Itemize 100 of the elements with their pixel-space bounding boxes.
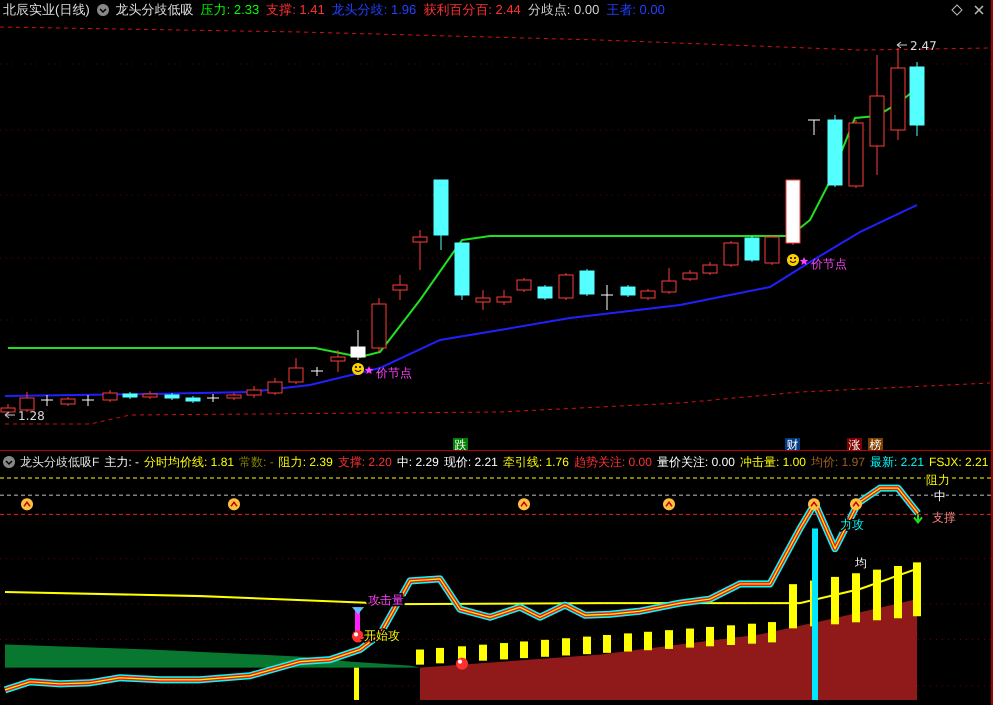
volume-bar: [583, 636, 591, 654]
candlestick: [662, 268, 676, 294]
candlestick: [82, 394, 94, 406]
volume-bar: [768, 622, 776, 642]
candlestick: [538, 284, 552, 300]
legend-value: 阻力: 2.39: [278, 454, 333, 470]
volume-bar: [520, 641, 528, 658]
settings-icon[interactable]: [96, 4, 109, 16]
volume-bar: [416, 650, 424, 665]
smiley-icon: [352, 363, 364, 375]
volume-bar: [894, 566, 902, 618]
arrow-icon: [896, 42, 908, 48]
candlestick: [808, 120, 820, 136]
indicator-name: 龙头分歧低吸: [116, 1, 194, 19]
candlestick: [142, 390, 158, 400]
settings-icon[interactable]: [3, 456, 15, 468]
volume-bar: [665, 630, 673, 649]
candlestick: [600, 284, 614, 310]
candlestick: [786, 180, 800, 246]
legend-value: 龙头分歧: 1.96: [332, 1, 416, 19]
volume-bar: [913, 562, 921, 616]
legend-value: 趋势关注: 0.00: [574, 454, 652, 470]
legend-value: 现价: 2.21: [444, 454, 498, 470]
candlestick: [744, 236, 760, 262]
candlestick: [580, 268, 594, 296]
volume-bar: [873, 570, 881, 620]
candlestick: [434, 180, 448, 250]
legend-value: 分时均价线: 1.81: [144, 454, 234, 470]
chart-label: 均: [855, 556, 867, 570]
candlestick: [496, 290, 512, 306]
candlestick: [454, 242, 470, 300]
candlestick: [20, 392, 34, 412]
candlestick: [848, 120, 864, 188]
legend-value: 牵引线: 1.76: [502, 454, 569, 470]
legend-value: 主力: -: [104, 454, 140, 470]
legend-value: 均价: 1.97: [810, 454, 865, 470]
volume-bar: [644, 632, 652, 650]
volume-bar: [624, 633, 632, 652]
candlestick: [702, 262, 718, 276]
volume-bar: [479, 644, 487, 661]
candlestick: [40, 394, 54, 406]
candlestick: [206, 394, 220, 402]
indicator-name: 龙头分歧低吸F: [20, 454, 100, 470]
chart-label: 中: [934, 489, 946, 504]
candlestick: [412, 230, 428, 270]
candlestick: [310, 366, 324, 376]
candlestick: [558, 272, 574, 300]
legend-value: 王者: 0.00: [606, 1, 665, 19]
ball-icon: [456, 658, 468, 670]
star-icon: [800, 257, 808, 265]
volume-bar: [706, 626, 714, 646]
star-icon: [364, 366, 374, 374]
legend-value: 支撑: 2.20: [338, 454, 392, 470]
volume-bar: [852, 573, 860, 622]
volume-bar: [354, 668, 359, 700]
arrow-icon: [4, 412, 16, 418]
candlestick: [724, 240, 738, 268]
legend-value: 获利百分百: 2.44: [423, 1, 521, 19]
candlestick: [102, 390, 118, 402]
legend-value: 冲击量: 1.00: [740, 454, 806, 470]
candlestick: [122, 392, 138, 400]
candlestick: [186, 396, 200, 404]
arrow-down-icon: [913, 513, 923, 524]
candlestick: [476, 290, 490, 310]
legend-value: 量价关注: 0.00: [656, 454, 735, 470]
candlestick: [516, 278, 532, 292]
security-name: 北辰实业(日线): [3, 1, 90, 19]
candlestick: [350, 330, 366, 360]
candlestick: [682, 270, 698, 282]
volume-bar: [831, 576, 839, 624]
candlestick: [330, 350, 346, 372]
volume-bar: [562, 638, 570, 656]
price-label: 1.28: [18, 409, 45, 423]
candlestick: [392, 274, 408, 300]
candlestick: [764, 234, 780, 266]
legend-value: 分歧点: 0.00: [528, 1, 600, 19]
volume-bar: [789, 584, 797, 628]
volume-bar: [748, 624, 756, 644]
legend-value: 中: 2.29: [396, 454, 439, 470]
volume-bar: [603, 635, 611, 653]
candlestick: [164, 392, 180, 400]
legend-value: 支撑: 1.41: [266, 1, 325, 19]
volume-bar: [500, 643, 508, 660]
legend-value: 常数: -: [239, 454, 274, 470]
close-icon[interactable]: [973, 4, 985, 16]
price-label: 2.47: [910, 39, 937, 53]
volume-bar: [727, 625, 735, 645]
candlestick: [268, 378, 282, 396]
volume-bar: [436, 648, 444, 664]
candlestick: [620, 284, 636, 298]
candlestick: [246, 386, 262, 398]
candlestick: [640, 288, 656, 300]
candlestick: [372, 298, 386, 352]
volume-bar: [541, 640, 549, 657]
legend-value: 最新: 2.21: [870, 454, 924, 470]
candlestick: [0, 404, 16, 414]
candlestick: [60, 396, 76, 406]
smiley-icon: [787, 254, 799, 266]
ball-icon: [352, 630, 364, 642]
annotation-label: 价节点: [811, 257, 847, 271]
